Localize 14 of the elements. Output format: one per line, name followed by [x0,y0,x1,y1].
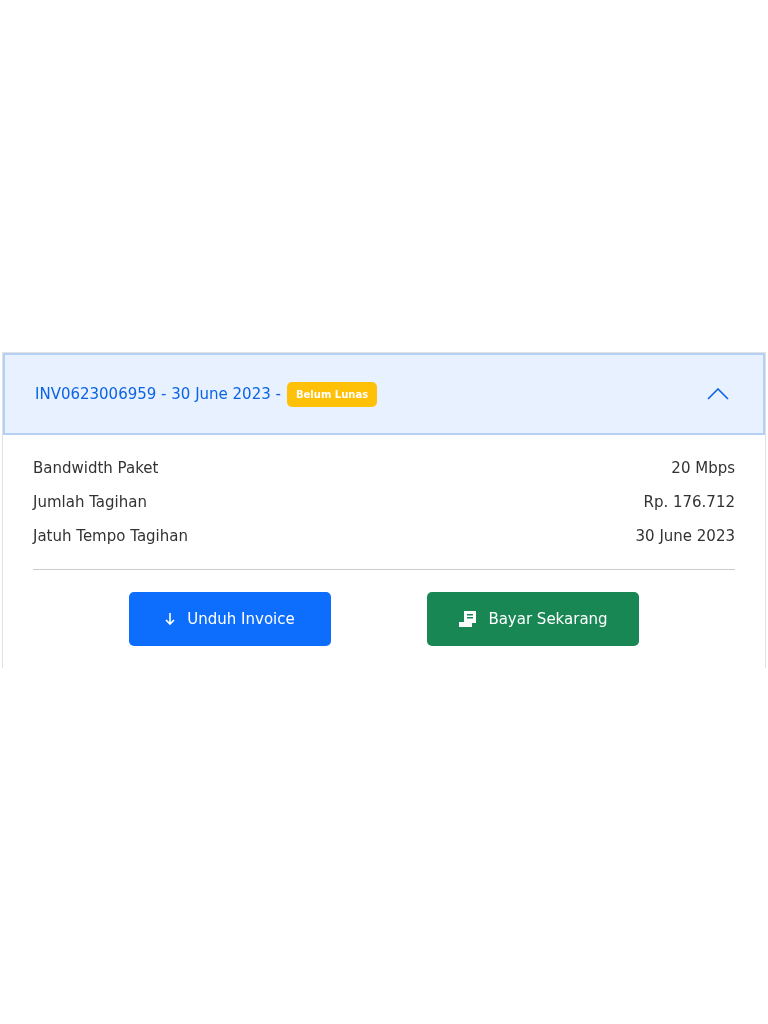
accordion-header[interactable]: INV0623006959 - 30 June 2023 - Belum Lunas [3,353,765,435]
pay-button[interactable]: Bayar Sekarang [427,592,639,646]
detail-label: Bandwidth Paket [33,458,159,479]
receipt-icon [458,610,479,628]
status-badge: Belum Lunas [286,381,378,407]
detail-label: Jumlah Tagihan [33,492,147,513]
download-icon [165,612,176,626]
detail-value: Rp. 176.712 [643,492,735,513]
download-button[interactable]: Unduh Invoice [129,592,331,646]
chevron-icon [707,388,729,400]
detail-value: 30 June 2023 [635,526,735,547]
invoice-title: INV0623006959 - 30 June 2023 - [35,383,281,405]
detail-value: 20 Mbps [671,458,735,479]
detail-label: Jatuh Tempo Tagihan [33,526,188,547]
